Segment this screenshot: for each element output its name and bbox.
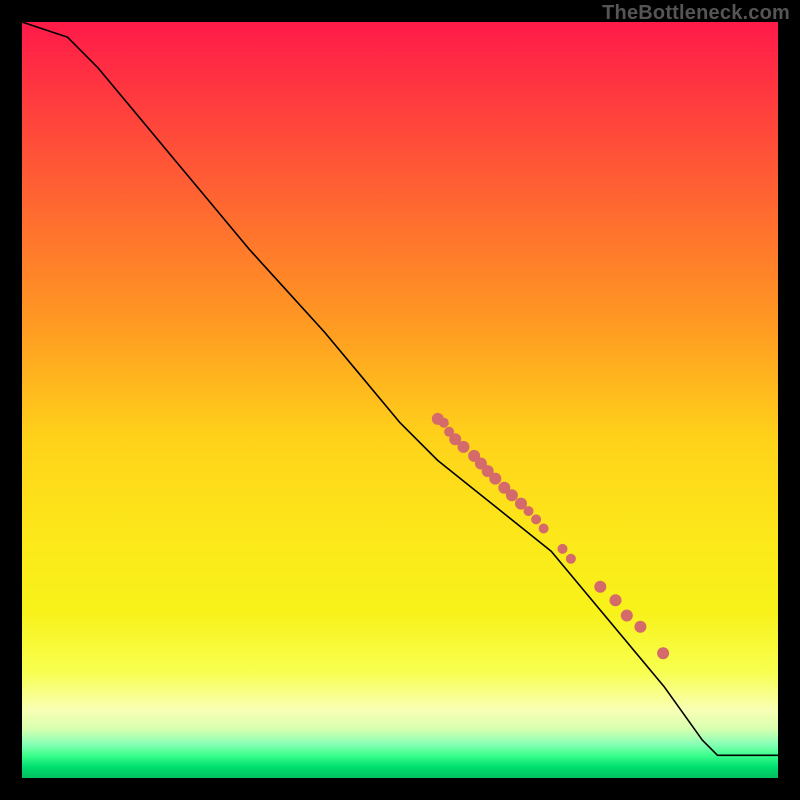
bottleneck-curve [22, 22, 778, 755]
chart-stage: TheBottleneck.com [0, 0, 800, 800]
data-markers [432, 413, 669, 659]
data-marker [458, 441, 470, 453]
data-marker [524, 506, 534, 516]
data-marker [558, 544, 568, 554]
data-marker [566, 554, 576, 564]
data-marker [657, 647, 669, 659]
watermark-text: TheBottleneck.com [602, 2, 790, 25]
data-marker [506, 489, 518, 501]
data-marker [621, 610, 633, 622]
data-marker [594, 581, 606, 593]
data-marker [610, 594, 622, 606]
data-marker [489, 473, 501, 485]
data-marker [531, 514, 541, 524]
data-marker [634, 621, 646, 633]
data-marker [539, 524, 549, 534]
data-marker [439, 418, 449, 428]
curve-overlay [22, 22, 778, 778]
plot-area [22, 22, 778, 778]
